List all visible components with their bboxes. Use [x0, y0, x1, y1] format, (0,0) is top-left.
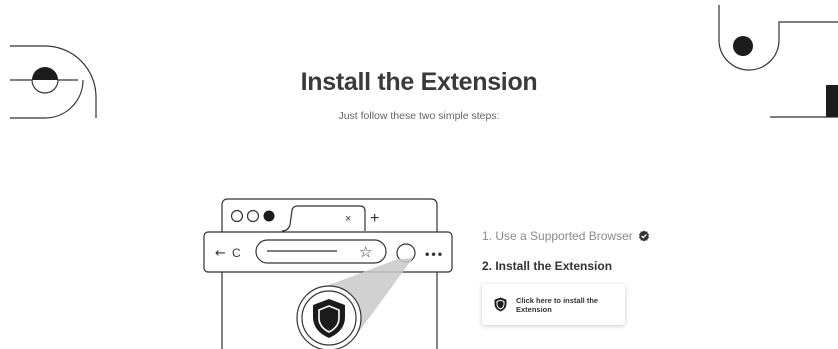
tab-close-icon: ×: [345, 213, 351, 225]
check-badge-icon: [638, 230, 649, 242]
install-extension-button[interactable]: Click here to install the Extension: [482, 284, 625, 325]
decor-top-right: [718, 5, 838, 118]
step-1: 1. Use a Supported Browser: [482, 229, 650, 243]
new-tab-icon: +: [370, 210, 379, 227]
step-2-label: 2. Install the Extension: [482, 259, 613, 273]
decor-dot-right: [733, 36, 753, 56]
step-1-label: 1. Use a Supported Browser: [482, 229, 633, 243]
window-dot-minimize: [246, 209, 260, 223]
star-icon: ☆: [359, 243, 372, 261]
back-icon: ←: [215, 246, 226, 261]
reload-icon: C: [232, 246, 241, 260]
shield-icon: [494, 297, 507, 312]
page-subtitle: Just follow these two simple steps:: [338, 110, 500, 122]
window-dot-maximize: [263, 210, 275, 222]
menu-dots-icon: •••: [424, 250, 443, 261]
browser-illustration: × + ← C ☆ •••: [203, 198, 453, 349]
page-title: Install the Extension: [300, 68, 538, 96]
window-dot-close: [230, 209, 244, 223]
install-button-label: Click here to install the Extension: [516, 295, 599, 314]
